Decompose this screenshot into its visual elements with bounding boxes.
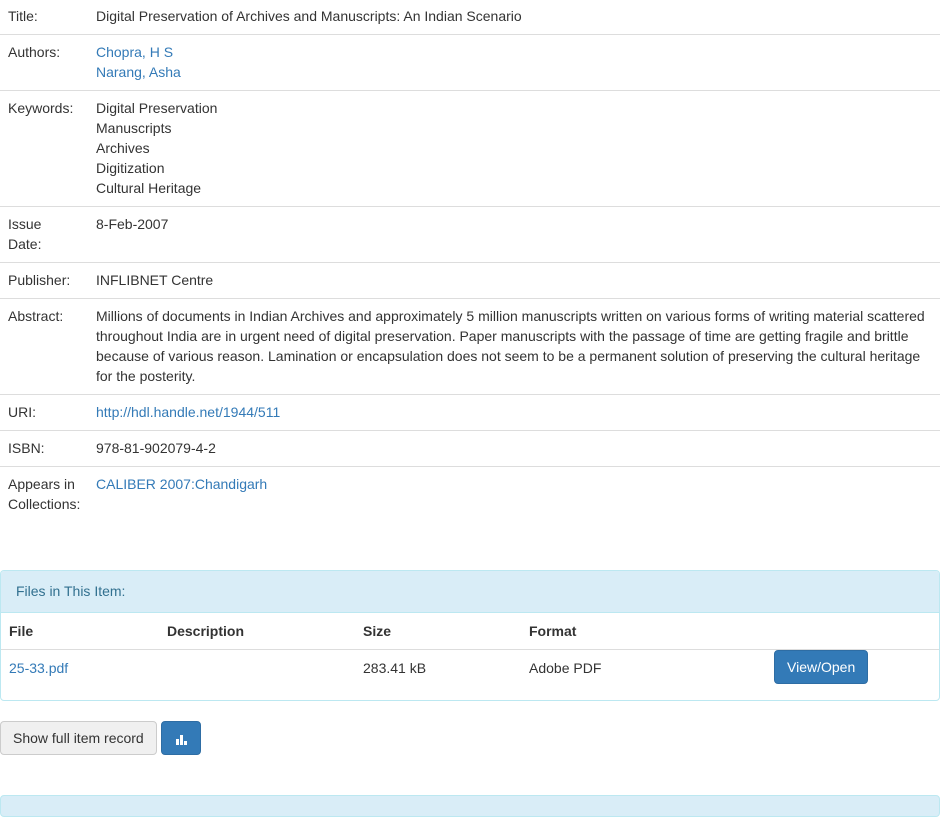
statistics-button[interactable] <box>161 721 201 755</box>
uri-label: URI: <box>0 394 88 431</box>
metadata-row-authors: Authors: Chopra, H S Narang, Asha <box>0 34 940 91</box>
authors-value: Chopra, H S Narang, Asha <box>88 34 940 91</box>
isbn-value: 978-81-902079-4-2 <box>88 430 940 467</box>
title-label: Title: <box>8 8 38 24</box>
format-cell: Adobe PDF <box>529 660 602 676</box>
bar-chart-icon <box>175 733 189 745</box>
publisher-label: Publisher: <box>0 262 88 299</box>
issue-date-label-line: Issue <box>8 216 42 232</box>
collections-label: Appears in Collections: <box>0 466 88 522</box>
author-link[interactable]: Chopra, H S <box>96 42 930 62</box>
file-link[interactable]: 25-33.pdf <box>9 660 68 676</box>
issue-date-label: Issue Date: <box>0 206 88 263</box>
file-cell: 25-33.pdf <box>1 650 159 687</box>
view-open-button[interactable]: View/Open <box>774 650 869 684</box>
table-row: 25-33.pdf 283.41 kB Adobe PDF View/Open <box>1 650 939 687</box>
collection-link[interactable]: CALIBER 2007:Chandigarh <box>96 476 267 492</box>
keyword: Manuscripts <box>96 120 172 136</box>
item-metadata-table: Title: Digital Preservation of Archives … <box>0 0 940 522</box>
files-table: File Description Size Format 25-33.pdf 2… <box>1 613 939 686</box>
column-header-description: Description <box>159 613 355 650</box>
metadata-row-issue-date: Issue Date: 8-Feb-2007 <box>0 206 940 263</box>
column-header-file: File <box>1 613 159 650</box>
collections-label-line: Appears in <box>8 476 75 492</box>
column-header-action <box>767 613 939 650</box>
issue-date-value: 8-Feb-2007 <box>88 206 940 263</box>
uri-value: http://hdl.handle.net/1944/511 <box>88 394 940 431</box>
files-panel: Files in This Item: File Description Siz… <box>0 570 940 701</box>
metadata-row-publisher: Publisher: INFLIBNET Centre <box>0 262 940 299</box>
author-link[interactable]: Narang, Asha <box>96 62 930 82</box>
metadata-row-isbn: ISBN: 978-81-902079-4-2 <box>0 430 940 467</box>
column-header-format: Format <box>521 613 767 650</box>
abstract-value: Millions of documents in Indian Archives… <box>88 298 940 395</box>
metadata-row-collections: Appears in Collections: CALIBER 2007:Cha… <box>0 466 940 522</box>
metadata-row-title: Title: Digital Preservation of Archives … <box>0 0 940 35</box>
keyword: Archives <box>96 140 150 156</box>
column-header-size: Size <box>355 613 521 650</box>
action-cell: View/Open <box>767 650 939 687</box>
issue-date-label-line: Date: <box>8 236 42 252</box>
metadata-row-keywords: Keywords: Digital Preservation Manuscrip… <box>0 90 940 207</box>
files-table-header: File Description Size Format <box>1 613 939 650</box>
keywords-label: Keywords: <box>0 90 88 207</box>
handle-link[interactable]: http://hdl.handle.net/1944/511 <box>96 404 280 420</box>
description-cell <box>159 650 355 687</box>
abstract-label: Abstract: <box>0 298 88 395</box>
collections-label-line: Collections: <box>8 496 81 512</box>
keyword: Digitization <box>96 160 165 176</box>
keywords-value: Digital Preservation Manuscripts Archive… <box>88 90 940 207</box>
title-value: Digital Preservation of Archives and Man… <box>96 8 522 24</box>
show-full-record-button[interactable]: Show full item record <box>0 721 157 755</box>
metadata-row-uri: URI: http://hdl.handle.net/1944/511 <box>0 394 940 431</box>
bottom-panel <box>0 795 940 817</box>
keyword: Cultural Heritage <box>96 180 202 196</box>
collections-value: CALIBER 2007:Chandigarh <box>88 466 940 522</box>
files-panel-heading: Files in This Item: <box>1 571 939 613</box>
metadata-row-abstract: Abstract: Millions of documents in India… <box>0 298 940 395</box>
isbn-label: ISBN: <box>0 430 88 467</box>
publisher-value: INFLIBNET Centre <box>88 262 940 299</box>
size-cell: 283.41 kB <box>363 660 427 676</box>
keyword: Digital Preservation <box>96 100 218 116</box>
authors-label: Authors: <box>0 34 88 91</box>
